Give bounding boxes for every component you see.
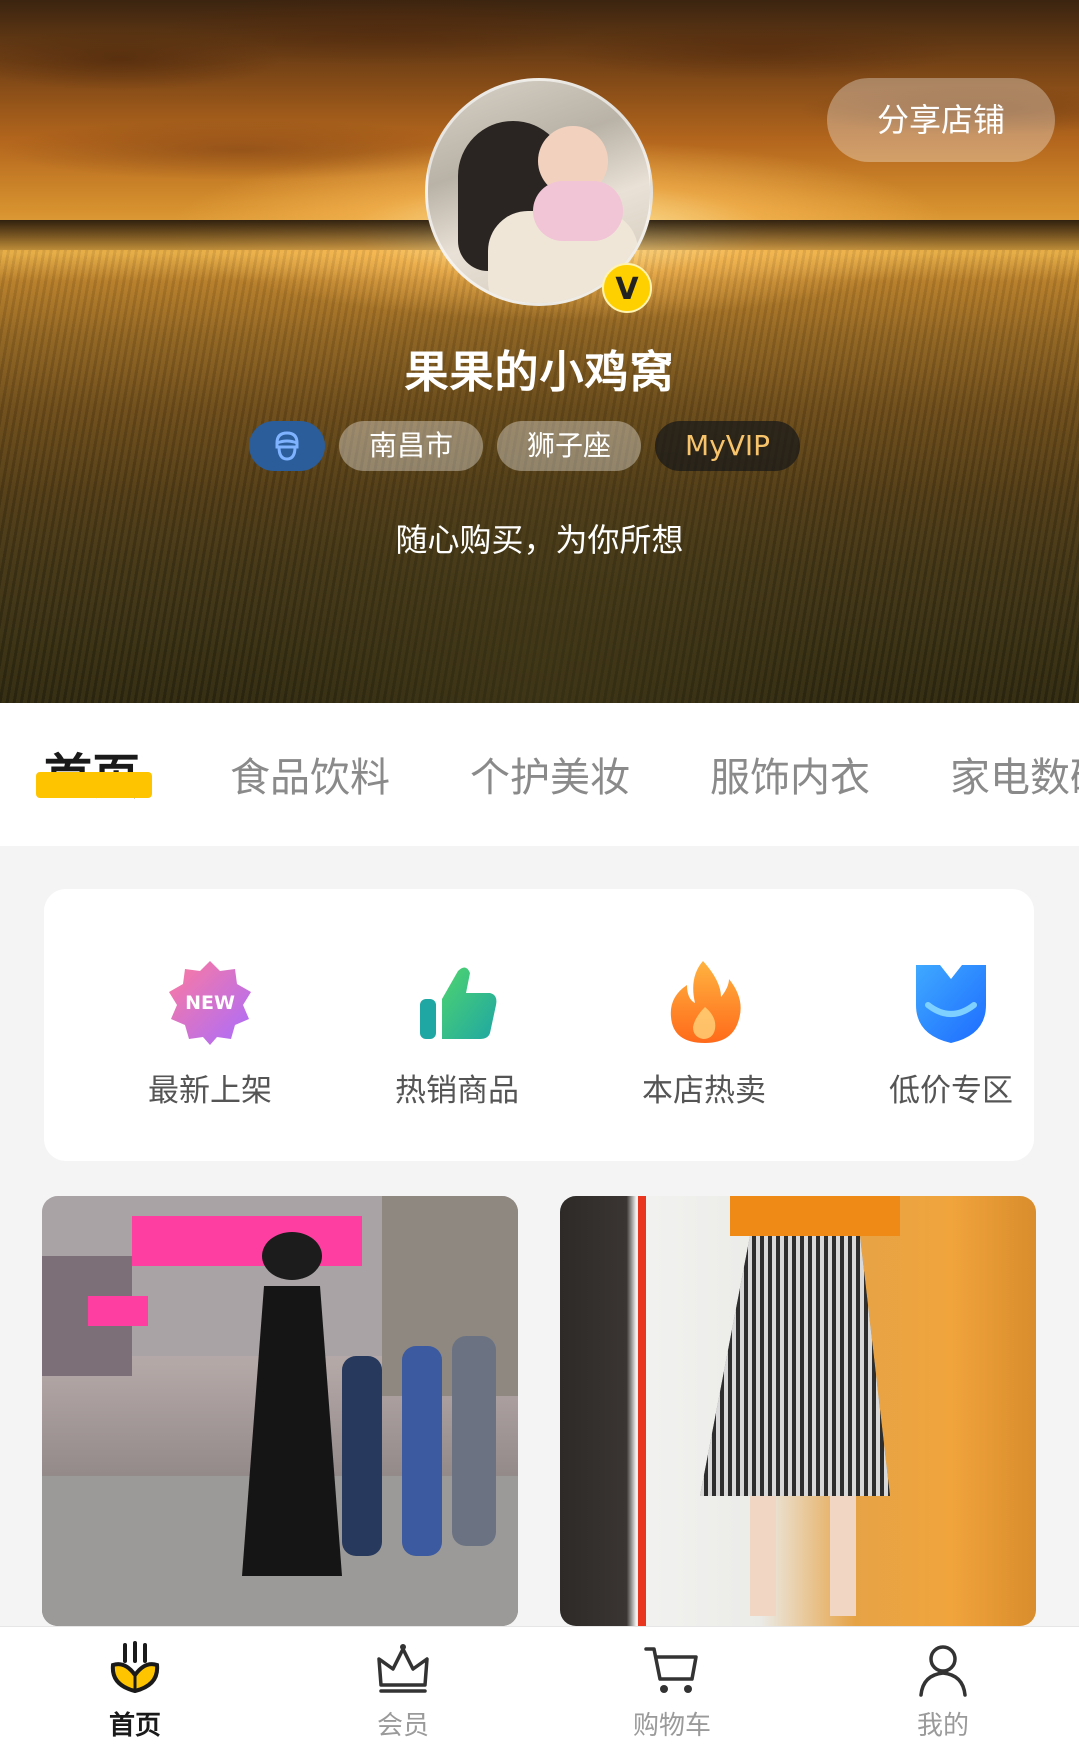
nav-cart[interactable]: 购物车 (572, 1639, 772, 1742)
wheat-field (0, 250, 1079, 703)
shop-name: 果果的小鸡窝 (404, 347, 675, 398)
bottom-navigation: 首页 会员 购物车 我的 (0, 1626, 1079, 1753)
product-image (42, 1196, 518, 1626)
thumbs-up-icon (412, 957, 502, 1047)
member-crown-icon (373, 1639, 433, 1699)
shop-hero-banner: 分享店铺 V 果果的小鸡窝 南昌市 狮子座 MyVIP 随心购买，为你所想 (0, 0, 1079, 703)
tab-clothing[interactable]: 服饰内衣 (710, 745, 870, 803)
product-card-street-style[interactable] (42, 1196, 518, 1626)
new-badge-icon: NEW (165, 957, 255, 1047)
tab-electronics[interactable]: 家电数码 (950, 745, 1079, 803)
nav-home[interactable]: 首页 (35, 1639, 235, 1742)
tab-food-drinks[interactable]: 食品饮料 (230, 745, 390, 803)
nav-label: 会员 (376, 1711, 429, 1741)
verified-badge: V (602, 263, 652, 313)
nav-label: 我的 (916, 1711, 969, 1741)
nav-label: 首页 (108, 1711, 161, 1741)
nav-profile[interactable]: 我的 (843, 1639, 1043, 1742)
category-tabs: 首页 食品饮料 个护美妆 服饰内衣 家电数码 (0, 703, 1079, 846)
share-shop-button[interactable]: 分享店铺 (827, 78, 1055, 162)
nav-label: 购物车 (632, 1711, 711, 1741)
quick-link-store-bestsellers[interactable]: 本店热卖 (604, 957, 804, 1110)
quick-link-label: 热销商品 (395, 1073, 519, 1109)
active-tab-indicator (36, 772, 152, 798)
product-card-striped-skirt[interactable] (560, 1196, 1036, 1626)
home-crown-icon (105, 1639, 165, 1699)
nav-member[interactable]: 会员 (303, 1639, 503, 1742)
low-price-shield-icon (906, 957, 996, 1047)
gender-avatar-tag (249, 421, 325, 471)
product-image (638, 1196, 900, 1626)
quick-link-hot-products[interactable]: 热销商品 (357, 957, 557, 1110)
flame-icon (659, 957, 749, 1047)
location-tag: 南昌市 (339, 421, 484, 471)
zodiac-tag: 狮子座 (497, 421, 642, 471)
user-icon (913, 1639, 973, 1699)
cart-icon (642, 1639, 702, 1699)
quick-link-new-arrivals[interactable]: NEW 最新上架 (110, 957, 310, 1110)
shop-tags: 南昌市 狮子座 MyVIP (249, 421, 801, 471)
vip-tag: MyVIP (655, 421, 801, 471)
boy-face-icon (275, 431, 299, 461)
quick-link-low-price[interactable]: 低价专区 (851, 957, 1051, 1110)
quick-links-card: NEW 最新上架 热销商品 本店热卖 低价专区 (44, 889, 1034, 1161)
quick-link-label: 最新上架 (148, 1073, 272, 1109)
quick-link-label: 本店热卖 (642, 1073, 766, 1109)
svg-text:NEW: NEW (185, 992, 235, 1014)
shop-motto: 随心购买，为你所想 (395, 521, 684, 559)
quick-link-label: 低价专区 (889, 1073, 1013, 1109)
tab-personal-care[interactable]: 个护美妆 (470, 745, 630, 803)
